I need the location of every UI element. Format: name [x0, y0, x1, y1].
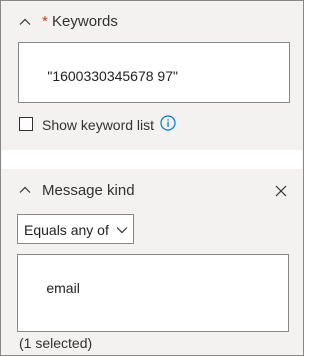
info-icon[interactable]: [160, 115, 176, 131]
selected-count: (1 selected): [19, 335, 93, 351]
keywords-header[interactable]: * Keywords: [42, 12, 118, 32]
show-keyword-list-checkbox[interactable]: [19, 117, 33, 131]
message-kind-input[interactable]: email: [17, 254, 289, 332]
message-kind-value: email: [46, 280, 80, 296]
operator-dropdown[interactable]: Equals any of: [17, 214, 134, 244]
message-kind-title[interactable]: Message kind: [42, 181, 135, 201]
keywords-section: * Keywords "1600330345678 97" Show keywo…: [2, 2, 302, 150]
close-icon[interactable]: [274, 184, 288, 198]
keywords-title: Keywords: [52, 13, 118, 30]
chevron-up-icon[interactable]: [18, 15, 32, 29]
keywords-value: "1600330345678 97": [47, 68, 178, 84]
chevron-up-icon[interactable]: [18, 183, 32, 197]
message-kind-section: Message kind Equals any of email (1 sele…: [2, 169, 302, 355]
required-marker: *: [42, 13, 48, 30]
chevron-down-icon: [116, 227, 128, 234]
section-divider: [2, 150, 302, 169]
keywords-input[interactable]: "1600330345678 97": [18, 42, 290, 103]
operator-value: Equals any of: [24, 222, 109, 238]
show-keyword-list-label[interactable]: Show keyword list: [42, 116, 154, 134]
filter-panel: * Keywords "1600330345678 97" Show keywo…: [0, 0, 304, 356]
